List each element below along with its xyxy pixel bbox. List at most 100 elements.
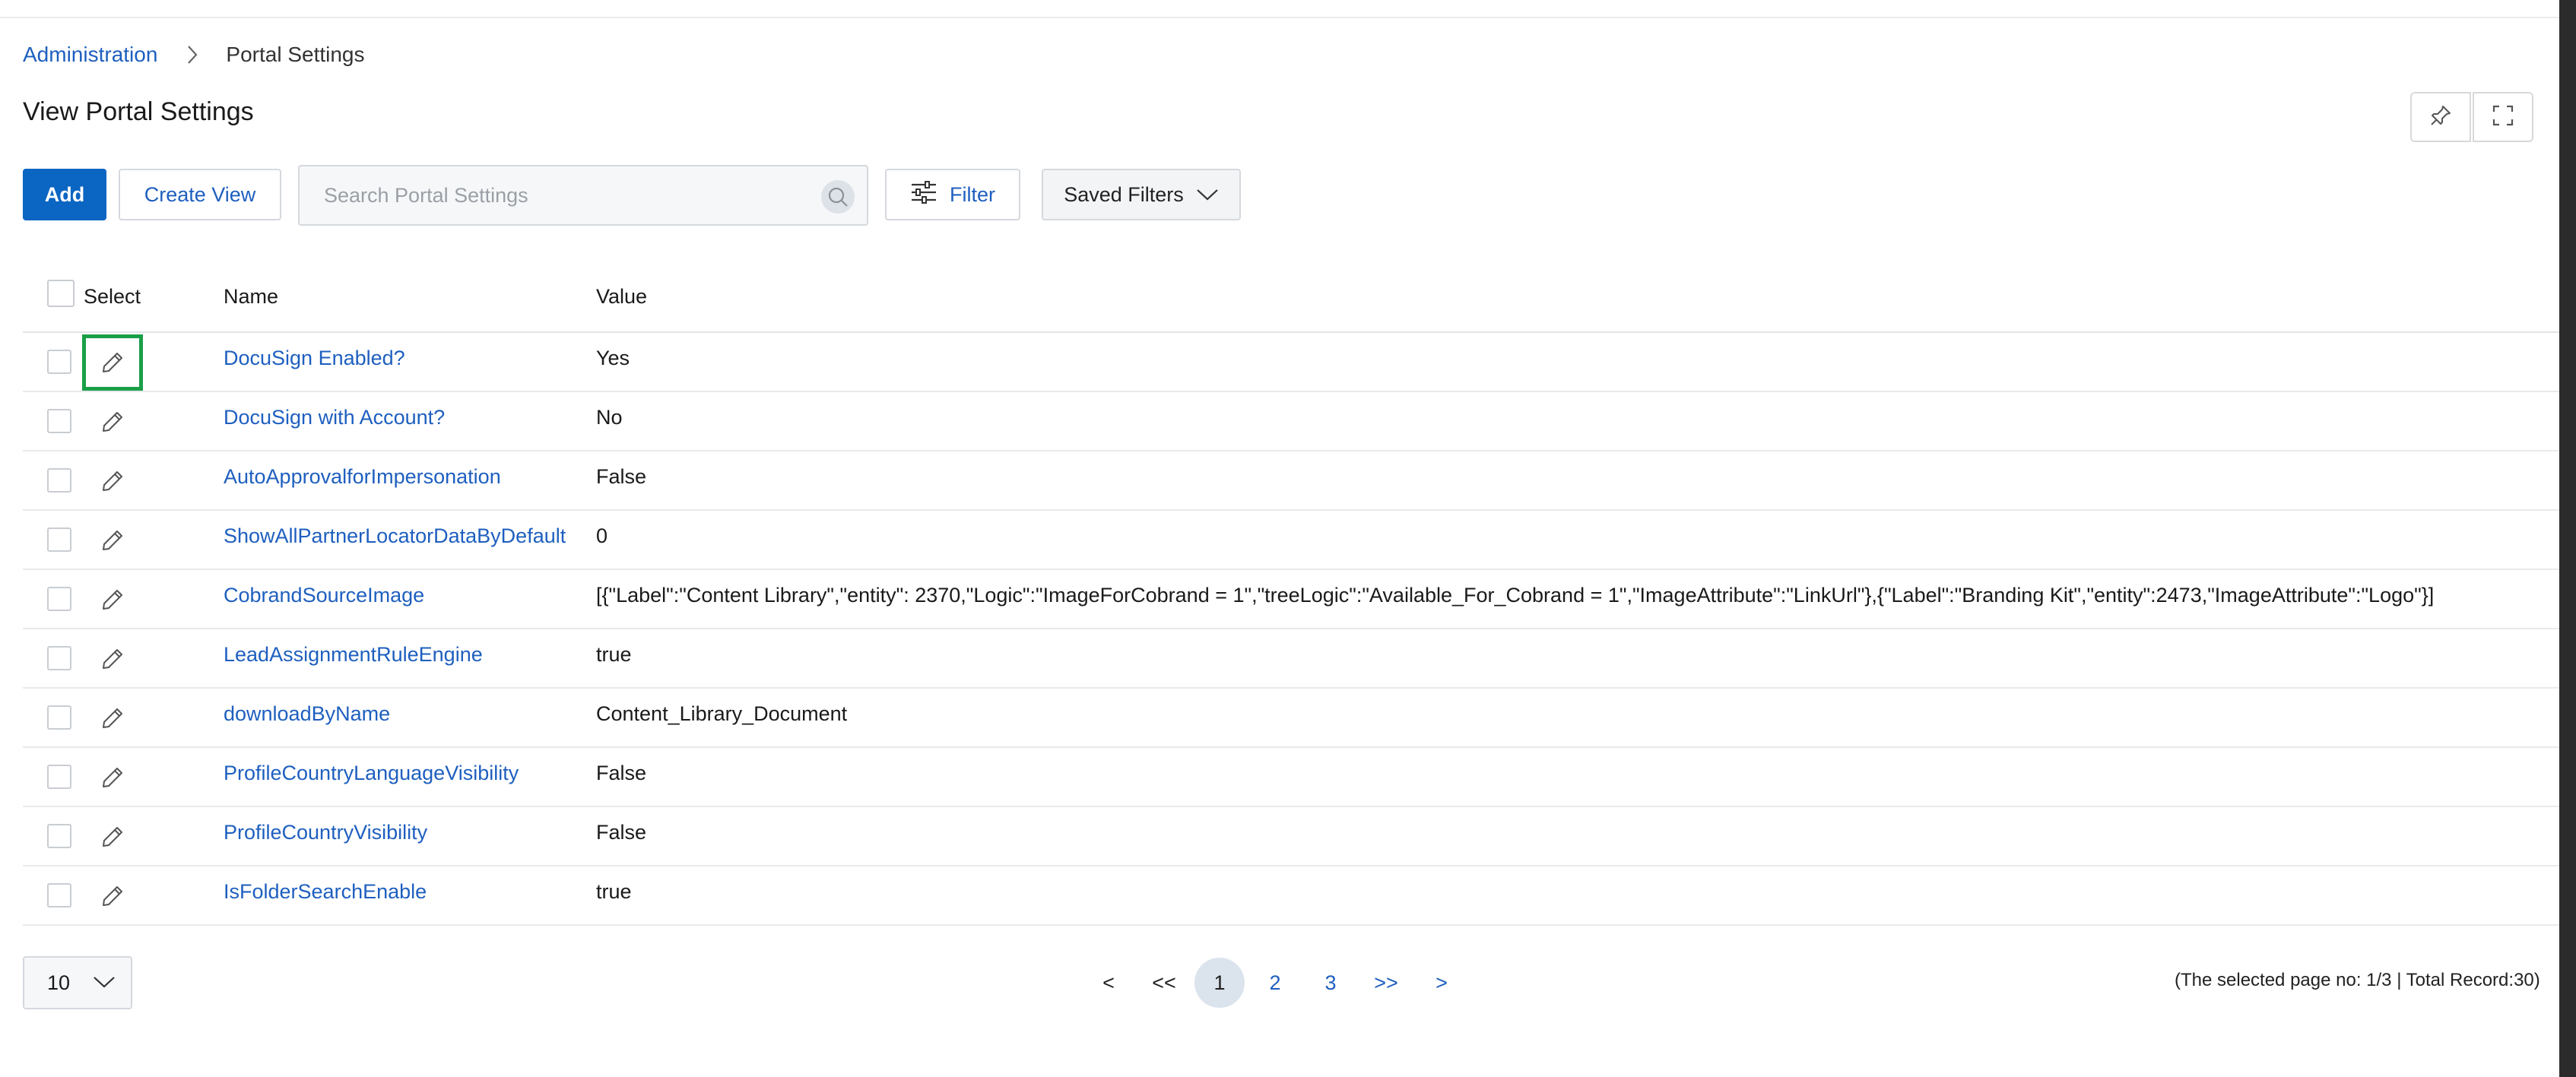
pencil-icon bbox=[103, 708, 122, 728]
setting-name-link[interactable]: IsFolderSearchEnable bbox=[224, 880, 427, 904]
setting-name-link[interactable]: downloadByName bbox=[224, 702, 390, 726]
row-checkbox[interactable] bbox=[47, 587, 71, 611]
pencil-icon bbox=[103, 590, 122, 610]
breadcrumb-current: Portal Settings bbox=[226, 43, 365, 66]
pencil-icon bbox=[103, 412, 122, 432]
row-checkbox[interactable] bbox=[47, 824, 71, 848]
page-size-value: 10 bbox=[47, 971, 71, 994]
setting-value: No bbox=[596, 406, 623, 429]
chevron-right-icon bbox=[177, 40, 208, 70]
last-page-button[interactable]: >> bbox=[1361, 958, 1411, 1008]
search-icon[interactable] bbox=[821, 180, 855, 214]
table-row: downloadByName Content_Library_Document bbox=[23, 689, 2559, 748]
table-row: ShowAllPartnerLocatorDataByDefault 0 bbox=[23, 511, 2559, 570]
setting-name-link[interactable]: ProfileCountryLanguageVisibility bbox=[224, 762, 519, 785]
pencil-icon bbox=[103, 471, 122, 491]
table-row: IsFolderSearchEnable true bbox=[23, 866, 2559, 926]
table-row: DocuSign with Account? No bbox=[23, 392, 2559, 451]
setting-value: true bbox=[596, 880, 632, 903]
breadcrumb: Administration Portal Settings bbox=[23, 40, 365, 70]
table-header: Select Name Value bbox=[23, 264, 2559, 333]
pencil-icon bbox=[103, 353, 122, 372]
page-button-3[interactable]: 3 bbox=[1305, 958, 1356, 1008]
pagination-status: (The selected page no: 1/3 | Total Recor… bbox=[2175, 970, 2540, 990]
breadcrumb-administration-link[interactable]: Administration bbox=[23, 43, 157, 67]
page-size-select[interactable]: 10 bbox=[23, 956, 132, 1009]
edit-button[interactable] bbox=[82, 868, 143, 924]
setting-value: [{"Label":"Content Library","entity": 23… bbox=[596, 584, 2435, 607]
row-checkbox[interactable] bbox=[47, 705, 71, 730]
row-checkbox[interactable] bbox=[47, 765, 71, 789]
setting-name-link[interactable]: AutoApprovalforImpersonation bbox=[224, 465, 501, 489]
search-box bbox=[298, 165, 868, 226]
table-row: CobrandSourceImage [{"Label":"Content Li… bbox=[23, 570, 2559, 629]
setting-value: False bbox=[596, 465, 647, 488]
pagination: < << 1 2 3 >> > bbox=[1083, 956, 1472, 1009]
setting-name-link[interactable]: DocuSign with Account? bbox=[224, 406, 445, 429]
search-input[interactable] bbox=[322, 182, 797, 208]
table-row: ProfileCountryLanguageVisibility False bbox=[23, 748, 2559, 807]
pencil-icon bbox=[103, 768, 122, 787]
edit-button[interactable] bbox=[82, 394, 143, 450]
pencil-icon bbox=[103, 886, 122, 906]
edit-button[interactable] bbox=[82, 512, 143, 569]
setting-value: 0 bbox=[596, 524, 608, 547]
edit-button[interactable] bbox=[82, 572, 143, 628]
setting-name-link[interactable]: DocuSign Enabled? bbox=[224, 347, 405, 370]
add-button[interactable]: Add bbox=[23, 169, 106, 220]
fullscreen-icon bbox=[2491, 103, 2515, 131]
setting-value: Yes bbox=[596, 347, 630, 369]
pencil-icon bbox=[103, 531, 122, 550]
select-all-checkbox[interactable] bbox=[47, 280, 75, 307]
edit-button[interactable] bbox=[82, 690, 143, 746]
setting-value: Content_Library_Document bbox=[596, 702, 848, 725]
saved-filters-dropdown[interactable]: Saved Filters bbox=[1042, 169, 1241, 220]
row-checkbox[interactable] bbox=[47, 468, 71, 493]
setting-name-link[interactable]: LeadAssignmentRuleEngine bbox=[224, 643, 483, 667]
page-button-1[interactable]: 1 bbox=[1194, 958, 1245, 1008]
setting-value: true bbox=[596, 643, 632, 666]
sliders-icon bbox=[910, 180, 950, 210]
row-checkbox[interactable] bbox=[47, 883, 71, 908]
next-page-button[interactable]: > bbox=[1416, 958, 1467, 1008]
setting-value: False bbox=[596, 821, 647, 844]
page-button-2[interactable]: 2 bbox=[1250, 958, 1300, 1008]
fullscreen-button[interactable] bbox=[2473, 92, 2533, 142]
pin-icon bbox=[2428, 103, 2453, 131]
page-title: View Portal Settings bbox=[23, 97, 254, 126]
table-row: ProfileCountryVisibility False bbox=[23, 807, 2559, 866]
setting-name-link[interactable]: ShowAllPartnerLocatorDataByDefault bbox=[224, 524, 566, 548]
setting-value: False bbox=[596, 762, 647, 784]
row-checkbox[interactable] bbox=[47, 527, 71, 552]
create-view-button[interactable]: Create View bbox=[119, 169, 281, 220]
column-header-value[interactable]: Value bbox=[596, 281, 647, 312]
portal-settings-table: Select Name Value DocuSign Enabled? Yes … bbox=[23, 264, 2559, 926]
row-checkbox[interactable] bbox=[47, 350, 71, 374]
table-row: LeadAssignmentRuleEngine true bbox=[23, 629, 2559, 689]
prev-page-button[interactable]: < bbox=[1083, 958, 1134, 1008]
row-checkbox[interactable] bbox=[47, 409, 71, 433]
setting-name-link[interactable]: CobrandSourceImage bbox=[224, 584, 424, 607]
top-divider bbox=[0, 17, 2559, 18]
filter-label: Filter bbox=[950, 182, 995, 206]
chevron-down-icon bbox=[1184, 183, 1219, 207]
first-page-button[interactable]: << bbox=[1139, 958, 1189, 1008]
table-row: AutoApprovalforImpersonation False bbox=[23, 451, 2559, 511]
row-checkbox[interactable] bbox=[47, 646, 71, 670]
pencil-icon bbox=[103, 827, 122, 847]
edit-button[interactable] bbox=[82, 453, 143, 509]
column-header-name[interactable]: Name bbox=[224, 281, 278, 312]
pin-button[interactable] bbox=[2410, 92, 2471, 142]
pencil-icon bbox=[103, 649, 122, 669]
filter-button[interactable]: Filter bbox=[885, 169, 1020, 220]
table-row: DocuSign Enabled? Yes bbox=[23, 333, 2559, 392]
setting-name-link[interactable]: ProfileCountryVisibility bbox=[224, 821, 427, 844]
saved-filters-label: Saved Filters bbox=[1064, 182, 1184, 206]
edit-button[interactable] bbox=[82, 631, 143, 687]
edit-button[interactable] bbox=[82, 334, 143, 391]
column-header-select: Select bbox=[84, 284, 141, 308]
chevron-down-icon bbox=[94, 977, 115, 988]
window-edge bbox=[2559, 0, 2576, 1077]
edit-button[interactable] bbox=[82, 749, 143, 806]
edit-button[interactable] bbox=[82, 809, 143, 865]
